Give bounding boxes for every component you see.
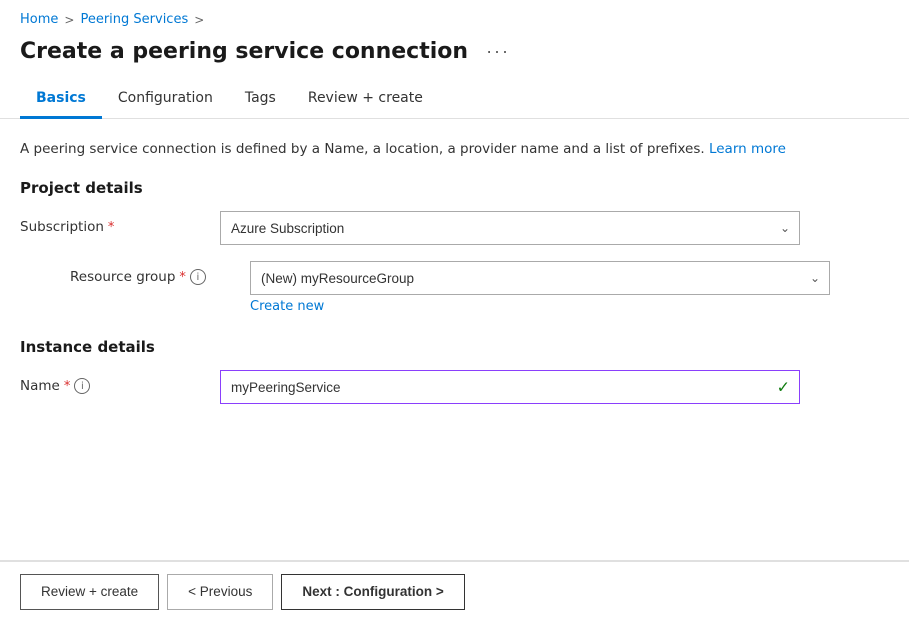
action-bar: Review + create < Previous Next : Config…	[0, 561, 909, 621]
previous-button[interactable]: < Previous	[167, 574, 273, 610]
create-new-link[interactable]: Create new	[250, 299, 324, 314]
tabs-container: Basics Configuration Tags Review + creat…	[0, 80, 909, 119]
name-info-icon: i	[74, 378, 90, 394]
resource-group-dropdown-wrapper: (New) myResourceGroup ⌄	[250, 261, 830, 295]
resource-group-required: *	[179, 270, 186, 285]
tab-basics[interactable]: Basics	[20, 80, 102, 119]
ellipsis-button[interactable]: ···	[480, 39, 516, 64]
form-area: A peering service connection is defined …	[0, 119, 909, 440]
tab-configuration[interactable]: Configuration	[102, 80, 229, 119]
subscription-control: Azure Subscription ⌄	[220, 211, 800, 245]
tab-tags[interactable]: Tags	[229, 80, 292, 119]
resource-group-row: Resource group * i (New) myResourceGroup…	[20, 261, 889, 314]
name-input[interactable]	[220, 370, 800, 404]
subscription-label: Subscription *	[20, 211, 220, 235]
name-label: Name * i	[20, 370, 220, 394]
resource-group-dropdown[interactable]: (New) myResourceGroup	[250, 261, 830, 295]
subscription-dropdown-wrapper: Azure Subscription ⌄	[220, 211, 800, 245]
breadcrumb-sep2: >	[194, 13, 204, 27]
learn-more-link[interactable]: Learn more	[709, 141, 786, 157]
instance-details-section: Instance details Name * i ✓	[20, 338, 889, 404]
page-title: Create a peering service connection	[20, 39, 468, 64]
resource-group-info-icon: i	[190, 269, 206, 285]
project-details-heading: Project details	[20, 179, 889, 197]
breadcrumb: Home > Peering Services >	[0, 0, 909, 35]
subscription-required: *	[108, 220, 115, 235]
name-input-wrapper: ✓	[220, 370, 800, 404]
subscription-row: Subscription * Azure Subscription ⌄	[20, 211, 889, 245]
breadcrumb-home[interactable]: Home	[20, 12, 58, 27]
resource-group-control: (New) myResourceGroup ⌄ Create new	[250, 261, 830, 314]
subscription-dropdown[interactable]: Azure Subscription	[220, 211, 800, 245]
name-required: *	[64, 379, 71, 394]
name-row: Name * i ✓	[20, 370, 889, 404]
resource-group-label: Resource group * i	[50, 261, 250, 285]
page-title-area: Create a peering service connection ···	[0, 35, 909, 80]
name-control: ✓	[220, 370, 800, 404]
description-text: A peering service connection is defined …	[20, 139, 889, 159]
breadcrumb-peering-services[interactable]: Peering Services	[80, 12, 188, 27]
review-create-button[interactable]: Review + create	[20, 574, 159, 610]
next-button[interactable]: Next : Configuration >	[281, 574, 464, 610]
breadcrumb-sep1: >	[64, 13, 74, 27]
instance-details-heading: Instance details	[20, 338, 889, 356]
name-valid-check-icon: ✓	[777, 378, 790, 397]
tab-review-create[interactable]: Review + create	[292, 80, 439, 119]
